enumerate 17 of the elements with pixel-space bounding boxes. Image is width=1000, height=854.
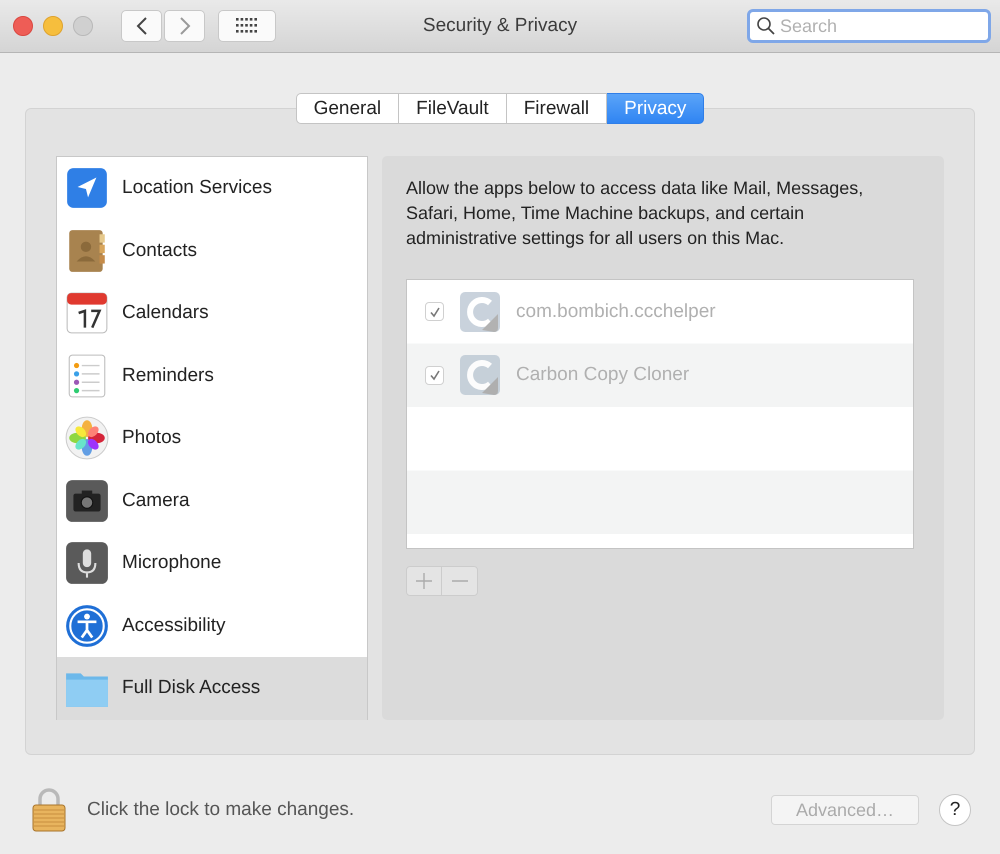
sidebar-item[interactable]: Contacts	[57, 220, 367, 282]
sidebar-item[interactable]: Location Services	[57, 157, 367, 220]
lock-message: Click the lock to make changes.	[87, 799, 354, 821]
sidebar-item[interactable]: Accessibility	[57, 594, 367, 657]
description-text: Allow the apps below to access data like Mail, Messages, Safari, Home, Time Machine backups, and certain administrative settings for all users on this Mac.	[406, 177, 864, 250]
window-title: Security & Privacy	[422, 15, 578, 37]
tab[interactable]: Firewall	[506, 93, 608, 124]
help-button[interactable]: ?	[939, 794, 971, 826]
tab[interactable]: General	[296, 93, 400, 124]
tab[interactable]: FileVault	[399, 93, 507, 124]
sidebar-item[interactable]: Reminders	[57, 344, 367, 407]
sidebar-item[interactable]: Calendars	[57, 282, 367, 344]
sidebar-item[interactable]: Microphone	[57, 532, 367, 594]
sidebar-item[interactable]: Camera	[57, 470, 367, 532]
sidebar-item[interactable]: Full Disk Access	[57, 657, 367, 720]
search-field[interactable]: Search	[747, 9, 991, 43]
sidebar-item[interactable]: Photos	[57, 407, 367, 470]
